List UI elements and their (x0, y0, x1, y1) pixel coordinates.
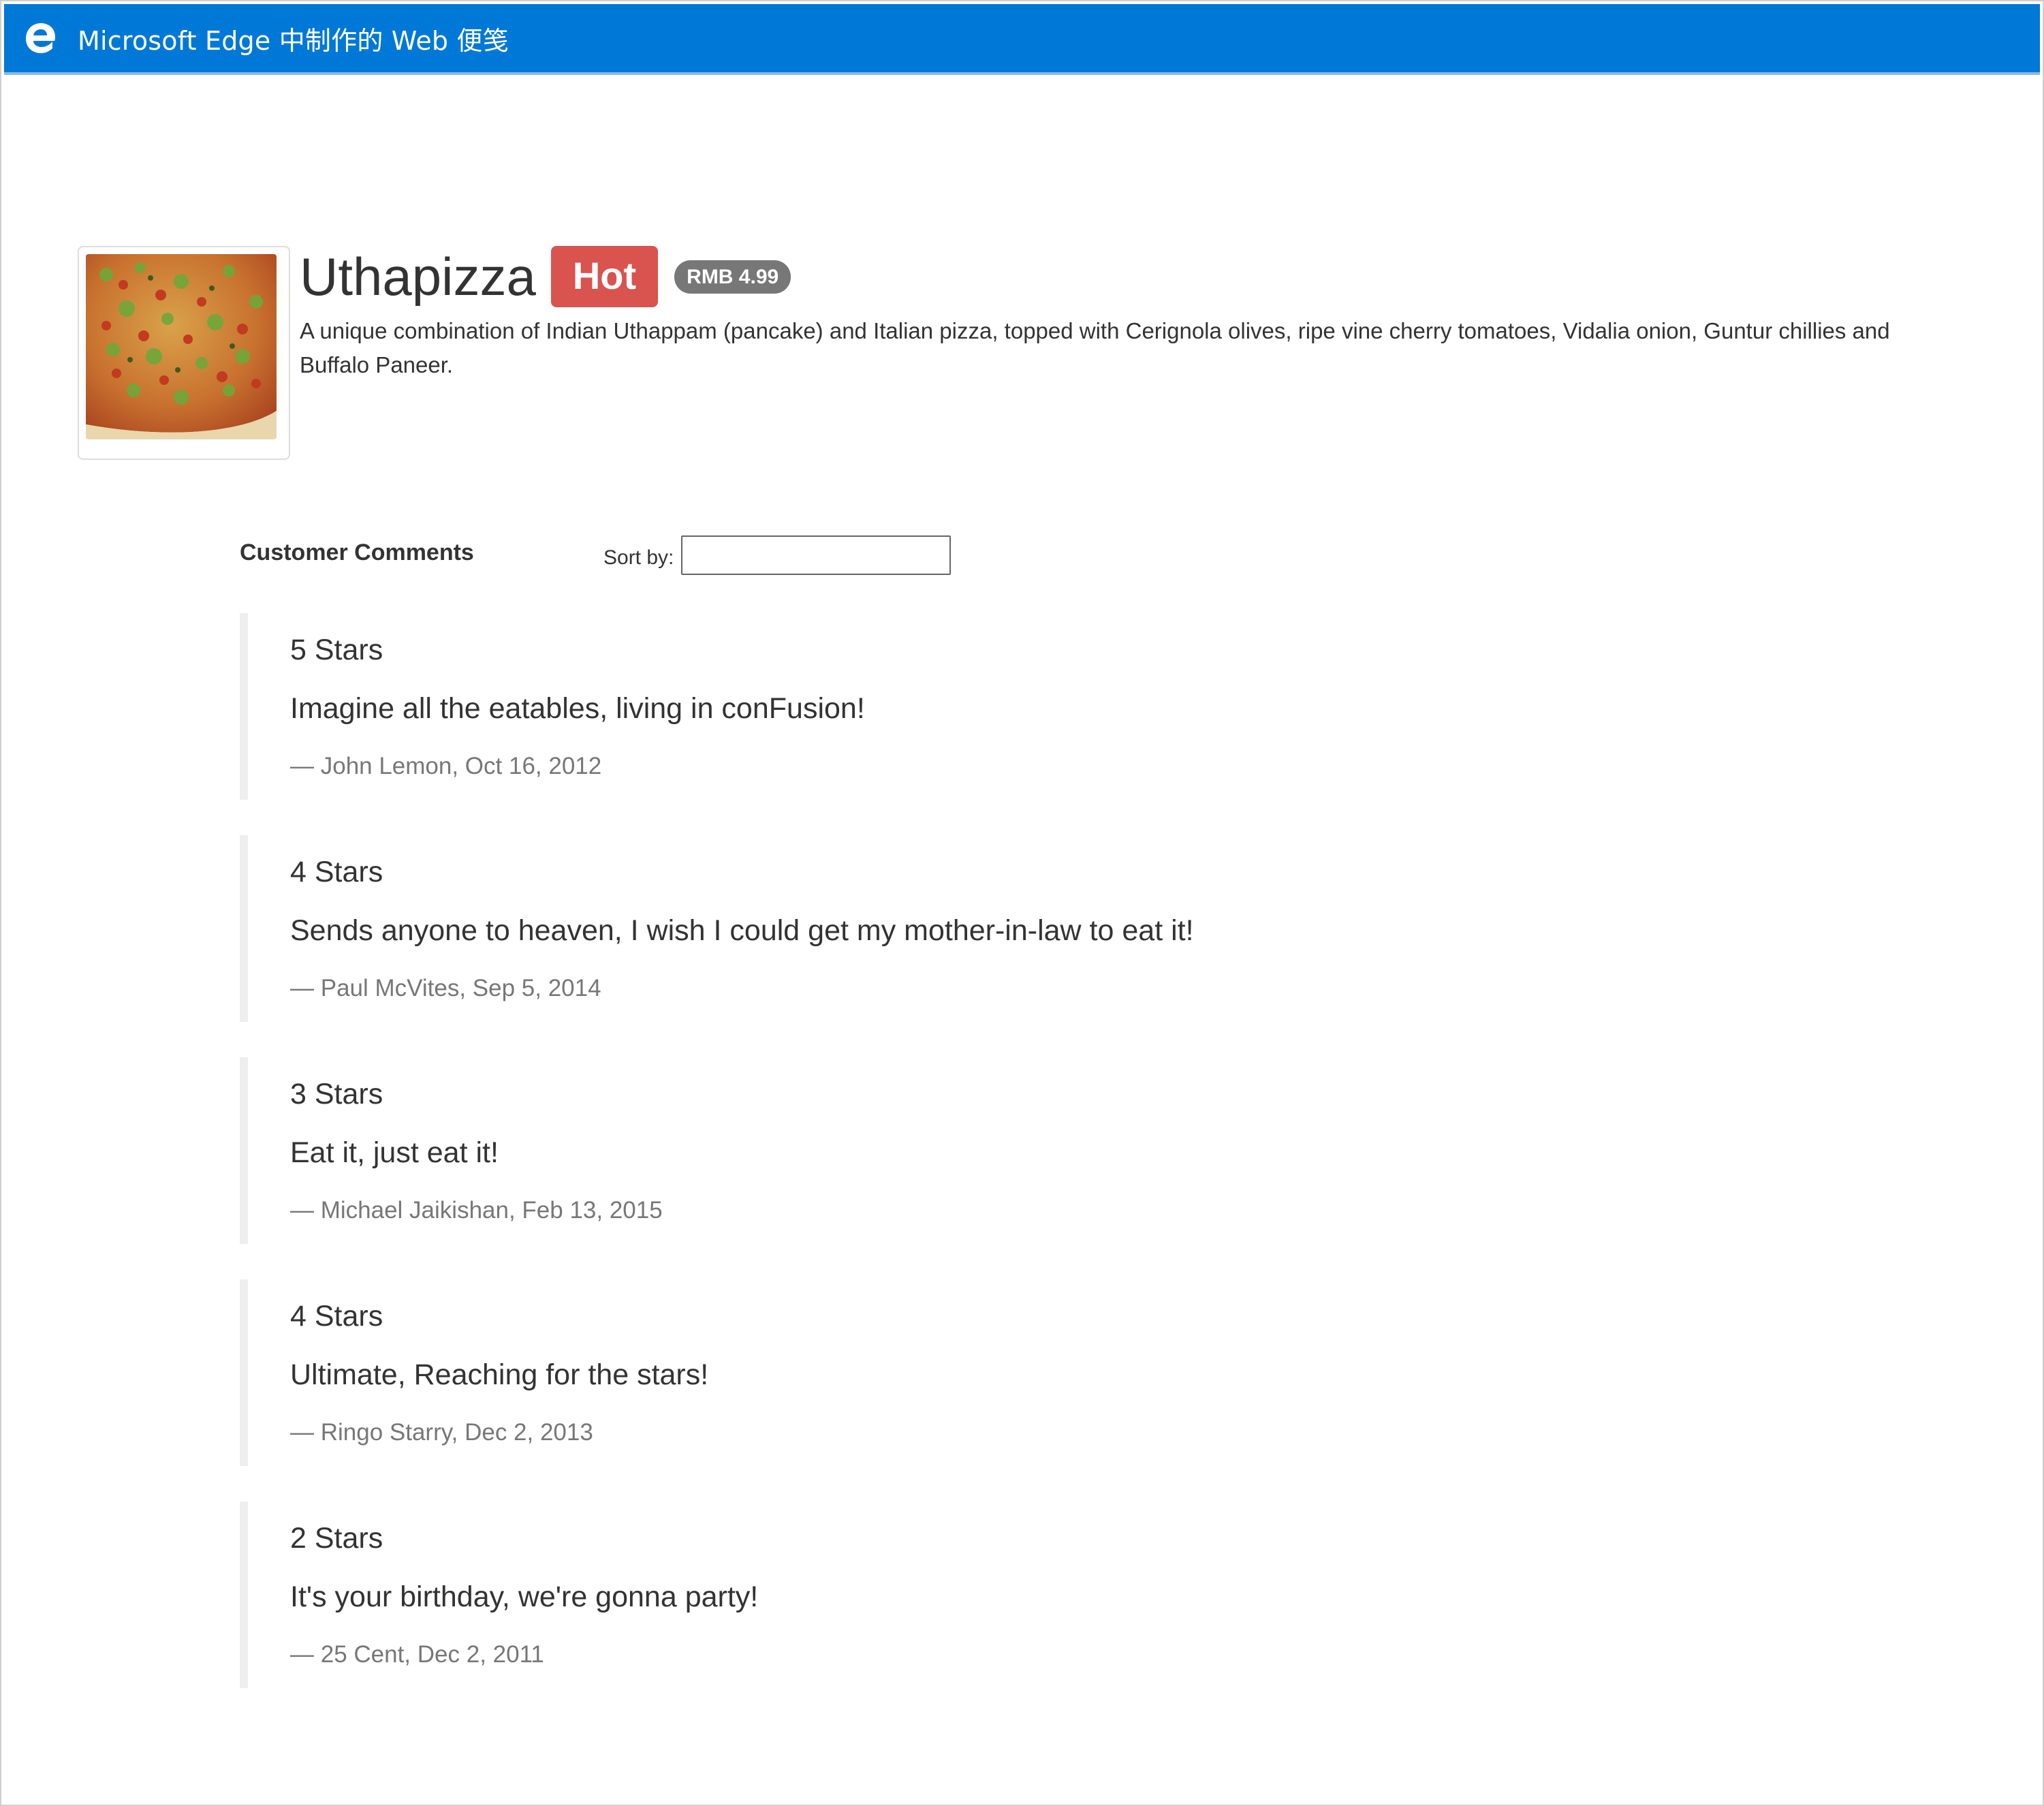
price-badge: RMB 4.99 (674, 260, 791, 294)
comments-header: Customer Comments Sort by: (240, 526, 1806, 587)
dish-description: A unique combination of Indian Uthappam … (300, 318, 1890, 377)
comments-title: Customer Comments (240, 540, 474, 565)
comment-text: Sends anyone to heaven, I wish I could g… (290, 914, 1194, 947)
comment-text: Imagine all the eatables, living in conF… (290, 692, 865, 725)
comment-author: — 25 Cent, Dec 2, 2011 (290, 1641, 544, 1668)
comment-author: — Paul McVites, Sep 5, 2014 (290, 975, 601, 1001)
browser-window: Microsoft Edge 中制作的 Web 便笺 Uthapizza Hot… (0, 0, 2044, 1806)
comment-item: 4 Stars Sends anyone to heaven, I wish I… (240, 835, 1806, 1022)
comment-item: 4 Stars Ultimate, Reaching for the stars… (240, 1279, 1806, 1466)
comment-rating: 5 Stars (290, 634, 383, 666)
comment-text: Eat it, just eat it! (290, 1136, 499, 1169)
comment-rating: 4 Stars (290, 1300, 383, 1333)
sort-input[interactable] (681, 535, 951, 575)
dish-heading: Uthapizza Hot RMB 4.99 (300, 246, 1955, 307)
comments-section: Customer Comments Sort by: 5 Stars Imagi… (240, 526, 1806, 1688)
comment-rating: 3 Stars (290, 1078, 383, 1110)
title-bar: Microsoft Edge 中制作的 Web 便笺 (4, 4, 2040, 75)
edge-logo-icon (23, 20, 59, 56)
comment-list: 5 Stars Imagine all the eatables, living… (240, 613, 1806, 1688)
comment-text: It's your birthday, we're gonna party! (290, 1581, 759, 1613)
comment-text: Ultimate, Reaching for the stars! (290, 1358, 709, 1391)
comment-author: — Michael Jaikishan, Feb 13, 2015 (290, 1197, 663, 1224)
pizza-image (86, 254, 277, 439)
dish-name: Uthapizza (300, 247, 536, 307)
window-title: Microsoft Edge 中制作的 Web 便笺 (78, 25, 509, 56)
comment-item: 2 Stars It's your birthday, we're gonna … (240, 1501, 1806, 1688)
sort-label: Sort by: (603, 546, 674, 569)
dish-body: Uthapizza Hot RMB 4.99 A unique combinat… (300, 246, 1955, 405)
comment-item: 3 Stars Eat it, just eat it! — Michael J… (240, 1057, 1806, 1244)
dish-thumbnail[interactable] (78, 246, 290, 460)
comment-item: 5 Stars Imagine all the eatables, living… (240, 613, 1806, 800)
hot-label: Hot (550, 246, 659, 307)
comment-author: — Ringo Starry, Dec 2, 2013 (290, 1419, 593, 1446)
comment-rating: 2 Stars (290, 1522, 383, 1555)
comment-author: — John Lemon, Oct 16, 2012 (290, 753, 602, 779)
comment-rating: 4 Stars (290, 856, 383, 888)
